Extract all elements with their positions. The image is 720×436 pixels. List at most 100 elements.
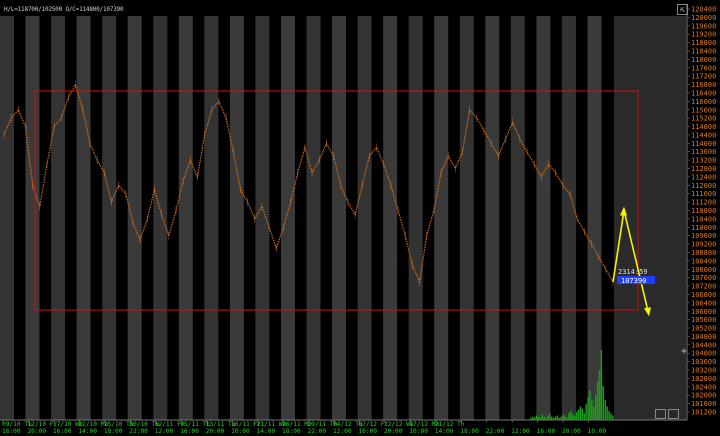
x-tick-time: 20:00: [206, 428, 225, 435]
session-band: [408, 16, 423, 420]
y-tick-label: 102400: [691, 383, 716, 391]
x-tick-time: 10:00: [409, 428, 428, 435]
volume-bar: [556, 415, 559, 420]
session-band: [306, 16, 321, 420]
ohlc-readout: H/L=118700/102500 O/C=114800/107390: [4, 6, 124, 13]
volume-bar: [602, 386, 604, 420]
y-tick-label: 120400: [691, 6, 716, 14]
y-tick-label: 106400: [691, 299, 716, 307]
session-band: [434, 16, 449, 420]
y-tick-label: 118800: [691, 39, 716, 47]
x-tick-time: 12:00: [155, 428, 174, 435]
volume-bar: [572, 414, 574, 420]
volume-bar: [531, 416, 534, 420]
y-tick-label: 104800: [691, 333, 716, 341]
volume-bar: [541, 414, 543, 420]
volume-bar: [598, 370, 601, 420]
session-band: [561, 16, 576, 420]
layout-icon[interactable]: [668, 409, 679, 419]
session-band: [485, 16, 500, 420]
y-tick-label: 102000: [691, 392, 716, 400]
x-tick-date: 21/12 Th: [435, 421, 465, 428]
volume-bar: [585, 404, 587, 420]
x-tick-time: 16:00: [537, 428, 556, 435]
x-tick-time: 22:00: [308, 428, 327, 435]
expand-icon[interactable]: ⇱: [677, 4, 688, 15]
volume-bar: [600, 350, 603, 420]
y-tick-label: 116000: [691, 98, 716, 106]
volume-bar: [554, 416, 557, 420]
x-tick-time: 16:00: [2, 428, 21, 435]
y-tick-label: 105200: [691, 325, 716, 333]
session-band: [127, 16, 142, 420]
volume-bar: [552, 417, 555, 420]
volume-bar: [537, 416, 540, 420]
session-band: [357, 16, 372, 420]
y-tick-label: 118400: [691, 47, 716, 55]
x-tick-time: 18:00: [104, 428, 123, 435]
x-tick-time: 20:00: [27, 428, 46, 435]
volume-bar: [608, 411, 610, 420]
x-tick-time: 20:00: [384, 428, 403, 435]
x-tick-time: 18:00: [282, 428, 301, 435]
y-tick-label: 114000: [691, 140, 716, 148]
y-tick-label: 101600: [691, 400, 716, 408]
volume-bar: [543, 416, 545, 420]
volume-bar: [558, 417, 561, 420]
y-tick-label: 119200: [691, 31, 716, 39]
volume-bar: [610, 413, 612, 420]
volume-bar: [547, 415, 549, 420]
session-band: [587, 16, 602, 420]
volume-bar: [566, 417, 568, 420]
x-tick-time: 16:00: [358, 428, 377, 435]
volume-bar: [575, 412, 578, 420]
volume-bar: [564, 415, 566, 420]
session-band: [510, 16, 525, 420]
y-tick-label: 118000: [691, 56, 716, 64]
grid-icon[interactable]: [655, 409, 666, 419]
y-tick-label: 106800: [691, 291, 716, 299]
y-tick-label: 109600: [691, 232, 716, 240]
volume-bar: [560, 416, 562, 420]
volume-bar: [593, 406, 595, 420]
y-tick-label: 108400: [691, 257, 716, 265]
y-tick-label: 110400: [691, 215, 716, 223]
volume-bar: [573, 415, 576, 420]
right-shade: [614, 16, 686, 420]
volume-bar: [535, 415, 538, 420]
session-band: [255, 16, 270, 420]
y-tick-label: 111600: [691, 190, 716, 198]
y-tick-label: 107200: [691, 283, 716, 291]
volume-bar: [551, 416, 553, 420]
session-band: [102, 16, 117, 420]
y-tick-label: 117200: [691, 73, 716, 81]
y-tick-label: 112800: [691, 165, 716, 173]
y-tick-label: 109200: [691, 241, 716, 249]
session-band: [459, 16, 474, 420]
y-tick-label: 107600: [691, 274, 716, 282]
session-band: [51, 16, 66, 420]
high-low-value: H/L=118700/102500: [4, 6, 63, 13]
y-tick-label: 114800: [691, 123, 716, 131]
volume-bar: [562, 414, 564, 420]
volume-bar: [570, 411, 572, 420]
session-band: [25, 16, 40, 420]
y-tick-label: 116400: [691, 89, 716, 97]
session-band: [229, 16, 244, 420]
volume-bar: [587, 397, 589, 420]
x-tick-time: 12:00: [511, 428, 530, 435]
y-tick-label: 103200: [691, 367, 716, 375]
session-band: [281, 16, 295, 420]
y-tick-label: 102800: [691, 375, 716, 383]
y-tick-label: 115200: [691, 115, 716, 123]
y-tick-label: 111200: [691, 199, 716, 207]
y-tick-label: 115600: [691, 106, 716, 114]
y-tick-label: 112400: [691, 173, 716, 181]
volume-bar: [545, 417, 547, 420]
time-label: 2314:59: [618, 268, 648, 276]
crosshair-icon: +: [681, 346, 688, 357]
y-tick-label: 104000: [691, 350, 716, 358]
volume-bar: [591, 399, 593, 420]
volume-bar: [568, 413, 570, 420]
x-tick-time: 22:00: [129, 428, 148, 435]
